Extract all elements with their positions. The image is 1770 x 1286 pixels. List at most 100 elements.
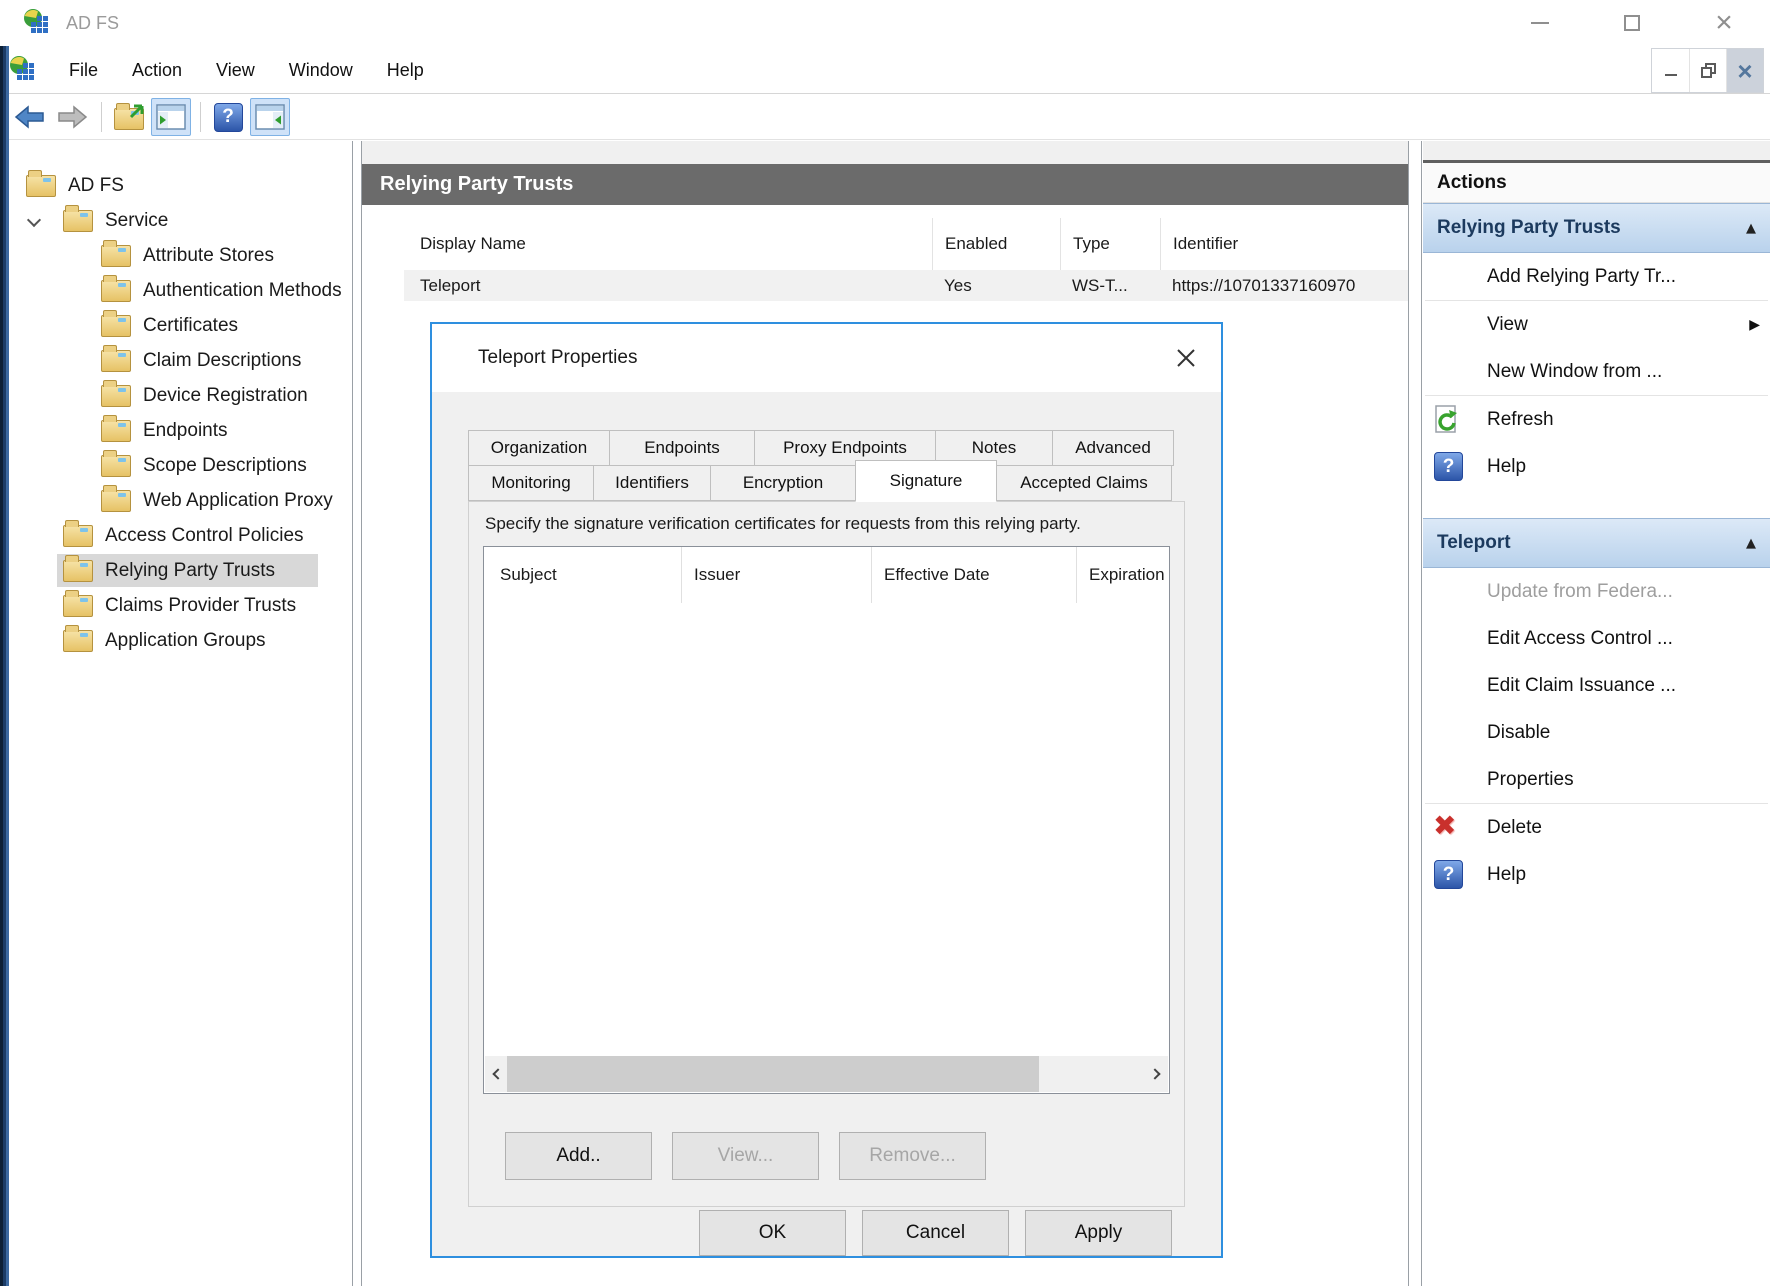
action-edit-access-control[interactable]: Edit Access Control ... xyxy=(1423,615,1770,662)
collapse-section-icon[interactable]: ▲ xyxy=(1746,221,1756,236)
actions-pane-splitter[interactable] xyxy=(1408,141,1422,1286)
menu-view[interactable]: View xyxy=(199,46,272,94)
tree-item-claim-descriptions[interactable]: Claim Descriptions xyxy=(9,343,352,378)
tab-organization[interactable]: Organization xyxy=(468,430,610,466)
scroll-right-button[interactable] xyxy=(1146,1056,1168,1092)
table-row-teleport[interactable]: Teleport Yes WS-T... https://10701337160… xyxy=(404,270,1408,301)
scrollbar-thumb[interactable] xyxy=(507,1056,1039,1092)
tab-advanced[interactable]: Advanced xyxy=(1052,430,1174,466)
show-console-tree-icon xyxy=(156,104,186,130)
tab-endpoints[interactable]: Endpoints xyxy=(609,430,755,466)
menu-file[interactable]: File xyxy=(52,46,115,94)
folder-icon xyxy=(101,280,131,302)
tab-encryption[interactable]: Encryption xyxy=(710,465,856,501)
horizontal-scrollbar[interactable] xyxy=(485,1056,1168,1092)
tab-accepted-claims[interactable]: Accepted Claims xyxy=(996,465,1172,501)
tree-item-claims-provider-trusts[interactable]: Claims Provider Trusts xyxy=(9,588,352,623)
tree-item-attribute-stores[interactable]: Attribute Stores xyxy=(9,238,352,273)
child-restore-button[interactable] xyxy=(1689,49,1726,92)
scroll-left-button[interactable] xyxy=(485,1056,507,1092)
action-view[interactable]: View ▶ xyxy=(1423,301,1770,348)
folder-icon xyxy=(101,455,131,477)
ok-button[interactable]: OK xyxy=(699,1210,846,1256)
cancel-button[interactable]: Cancel xyxy=(862,1210,1009,1256)
column-header-type[interactable]: Type xyxy=(1060,218,1160,270)
tree-item-scope-descriptions[interactable]: Scope Descriptions xyxy=(9,448,352,483)
up-one-level-icon xyxy=(114,104,144,130)
column-header-display-name[interactable]: Display Name xyxy=(404,218,932,270)
action-disable[interactable]: Disable xyxy=(1423,709,1770,756)
cell-identifier: https://10701337160970 xyxy=(1160,276,1408,296)
child-minimize-button[interactable] xyxy=(1652,49,1689,92)
tab-identifiers[interactable]: Identifiers xyxy=(593,465,711,501)
actions-pane-top-band xyxy=(1423,141,1770,163)
minimize-icon xyxy=(1531,22,1549,24)
tree-item-access-control-policies[interactable]: Access Control Policies xyxy=(9,518,352,553)
apply-button[interactable]: Apply xyxy=(1025,1210,1172,1256)
child-close-icon: × xyxy=(1737,58,1752,84)
list-column-headers: Display Name Enabled Type Identifier xyxy=(404,218,1408,270)
action-properties[interactable]: Properties xyxy=(1423,756,1770,803)
collapse-section-icon[interactable]: ▲ xyxy=(1746,536,1756,551)
maximize-button[interactable] xyxy=(1586,0,1678,46)
actions-section-teleport[interactable]: Teleport ▲ xyxy=(1423,518,1770,568)
column-header-identifier[interactable]: Identifier xyxy=(1160,218,1408,270)
child-minimize-icon xyxy=(1665,74,1677,76)
tree-item-relying-party-trusts[interactable]: Relying Party Trusts xyxy=(9,553,352,588)
folder-icon xyxy=(101,245,131,267)
folder-icon xyxy=(101,315,131,337)
teleport-properties-dialog: Teleport Properties Organization Endpoin… xyxy=(430,322,1223,1258)
column-header-subject[interactable]: Subject xyxy=(484,547,681,603)
chevron-down-icon[interactable] xyxy=(27,213,41,227)
show-action-pane-button[interactable] xyxy=(250,98,290,136)
tree-item-web-application-proxy[interactable]: Web Application Proxy xyxy=(9,483,352,518)
tree-item-authentication-methods[interactable]: Authentication Methods xyxy=(9,273,352,308)
show-action-pane-icon xyxy=(255,104,285,130)
actions-section-relying-party-trusts[interactable]: Relying Party Trusts ▲ xyxy=(1423,203,1770,253)
dialog-tabs-row-2: Monitoring Identifiers Encryption Signat… xyxy=(468,465,1185,501)
column-header-issuer[interactable]: Issuer xyxy=(681,547,871,603)
child-close-button[interactable]: × xyxy=(1726,49,1763,92)
cell-enabled: Yes xyxy=(932,276,1060,296)
scroll-right-icon xyxy=(1149,1068,1160,1079)
forward-button[interactable] xyxy=(52,98,92,136)
tree-item-service[interactable]: Service xyxy=(9,203,352,238)
help-icon: ? xyxy=(1434,452,1463,481)
back-button[interactable] xyxy=(10,98,50,136)
menu-help[interactable]: Help xyxy=(370,46,441,94)
adfs-logo-icon xyxy=(22,7,54,39)
tab-monitoring[interactable]: Monitoring xyxy=(468,465,594,501)
scroll-left-icon xyxy=(492,1068,503,1079)
tree-item-adfs-root[interactable]: AD FS xyxy=(9,168,352,203)
tree-item-endpoints[interactable]: Endpoints xyxy=(9,413,352,448)
column-header-effective-date[interactable]: Effective Date xyxy=(871,547,1076,603)
action-add-relying-party-trust[interactable]: Add Relying Party Tr... xyxy=(1423,253,1770,300)
child-restore-icon xyxy=(1701,63,1716,78)
action-help-teleport[interactable]: ? Help xyxy=(1423,851,1770,898)
menu-window[interactable]: Window xyxy=(272,46,370,94)
action-edit-claim-issuance[interactable]: Edit Claim Issuance ... xyxy=(1423,662,1770,709)
help-icon: ? xyxy=(1434,860,1463,889)
help-button[interactable]: ? xyxy=(208,98,248,136)
up-one-level-button[interactable] xyxy=(109,98,149,136)
tree-item-application-groups[interactable]: Application Groups xyxy=(9,623,352,658)
menu-action[interactable]: Action xyxy=(115,46,199,94)
results-pane-top-band xyxy=(362,141,1408,164)
pane-splitter[interactable] xyxy=(352,141,362,1286)
action-new-window[interactable]: New Window from ... xyxy=(1423,348,1770,395)
action-help[interactable]: ? Help xyxy=(1423,443,1770,490)
tree-item-certificates[interactable]: Certificates xyxy=(9,308,352,343)
show-console-tree-button[interactable] xyxy=(151,98,191,136)
dialog-close-button[interactable] xyxy=(1171,343,1201,373)
column-header-enabled[interactable]: Enabled xyxy=(932,218,1060,270)
tree-item-device-registration[interactable]: Device Registration xyxy=(9,378,352,413)
close-button[interactable]: × xyxy=(1678,0,1770,46)
adfs-logo-icon xyxy=(8,54,40,86)
add-button[interactable]: Add.. xyxy=(505,1132,652,1180)
minimize-button[interactable] xyxy=(1494,0,1586,46)
tab-signature[interactable]: Signature xyxy=(855,460,997,502)
action-refresh[interactable]: Refresh xyxy=(1423,396,1770,443)
folder-icon xyxy=(101,490,131,512)
column-header-expiration[interactable]: Expiration xyxy=(1076,547,1169,603)
action-delete[interactable]: ✖ Delete xyxy=(1423,804,1770,851)
